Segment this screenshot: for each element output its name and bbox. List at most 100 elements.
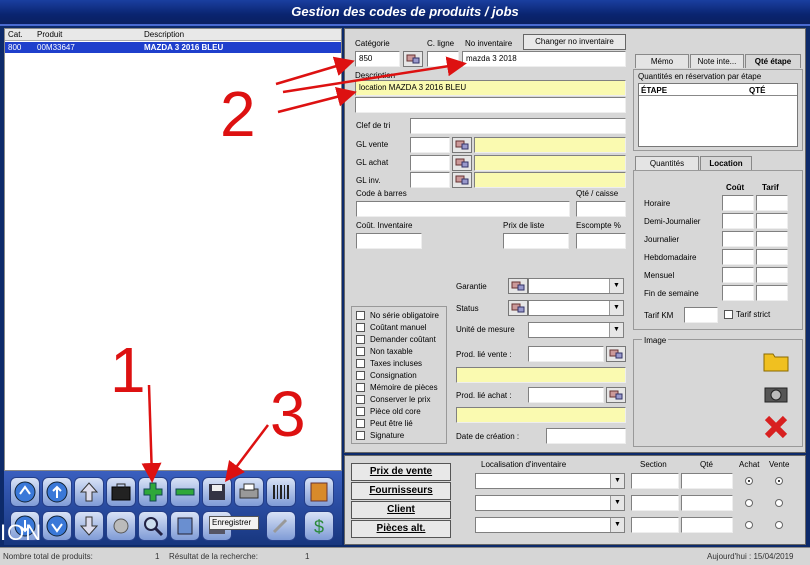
noinv-field[interactable]: mazda 3 2018	[462, 51, 626, 67]
camera-icon[interactable]	[762, 380, 790, 406]
checkbox-demander-coutant[interactable]	[356, 335, 365, 344]
pieces-alt-button[interactable]: Pièces alt.	[351, 520, 451, 538]
unite-select[interactable]: ▼	[528, 322, 624, 338]
reservation-table[interactable]: ÉTAPE QTÉ	[638, 83, 798, 147]
search-icon[interactable]	[138, 511, 168, 541]
glvente-field[interactable]	[410, 137, 450, 153]
localisation-select[interactable]: ▼	[475, 495, 625, 511]
achat-radio[interactable]	[745, 477, 753, 485]
arrow-down-icon[interactable]	[74, 511, 104, 541]
cout-hebdomadaire[interactable]	[722, 249, 754, 265]
status-select[interactable]: ▼	[528, 300, 624, 316]
glvente-picker[interactable]	[452, 137, 472, 153]
nav-prev-icon[interactable]	[42, 477, 72, 507]
client-button[interactable]: Client	[351, 501, 451, 519]
tab-location[interactable]: Location	[700, 156, 752, 170]
qte-field[interactable]	[681, 517, 733, 533]
cout-mensuel[interactable]	[722, 267, 754, 283]
cout-journalier[interactable]	[722, 231, 754, 247]
qtecaisse-field[interactable]	[576, 201, 626, 217]
tab-qte-etape[interactable]: Qté étape	[745, 54, 801, 68]
tarif-demi-journalier[interactable]	[756, 213, 788, 229]
col-header-cat[interactable]: Cat.	[8, 30, 23, 39]
briefcase-icon[interactable]	[106, 477, 136, 507]
changer-noinv-button[interactable]: Changer no inventaire	[523, 34, 626, 50]
checkbox-conserver-prix[interactable]	[356, 395, 365, 404]
book-icon[interactable]	[170, 511, 200, 541]
prodachat-picker[interactable]	[606, 387, 626, 403]
glinv-desc-field[interactable]	[474, 172, 626, 188]
achat-radio[interactable]	[745, 521, 753, 529]
tarif-mensuel[interactable]	[756, 267, 788, 283]
vente-radio[interactable]	[775, 521, 783, 529]
checkbox-taxes-incluses[interactable]	[356, 359, 365, 368]
vente-radio[interactable]	[775, 499, 783, 507]
tarif-hebdomadaire[interactable]	[756, 249, 788, 265]
tarif-horaire[interactable]	[756, 195, 788, 211]
cout-demi-journalier[interactable]	[722, 213, 754, 229]
add-icon[interactable]	[138, 477, 168, 507]
prixliste-field[interactable]	[503, 233, 569, 249]
checkbox-no-serie[interactable]	[356, 311, 365, 320]
categorie-field[interactable]: 850	[355, 51, 400, 67]
cout-horaire[interactable]	[722, 195, 754, 211]
folder-icon[interactable]	[762, 348, 790, 374]
cout-field[interactable]	[356, 233, 422, 249]
tools-icon[interactable]	[266, 511, 296, 541]
checkbox-peut-etre-lie[interactable]	[356, 419, 365, 428]
prodvente-desc-field[interactable]	[456, 367, 626, 383]
tarif-strict-checkbox[interactable]	[724, 310, 733, 319]
tab-note-interne[interactable]: Note inte...	[690, 54, 744, 68]
codebarres-field[interactable]	[356, 201, 570, 217]
clef-field[interactable]	[410, 118, 626, 134]
localisation-select[interactable]: ▼	[475, 517, 625, 533]
tarif-fin-semaine[interactable]	[756, 285, 788, 301]
glinv-field[interactable]	[410, 172, 450, 188]
categorie-picker[interactable]	[403, 51, 423, 67]
glinv-picker[interactable]	[452, 172, 472, 188]
prodvente-field[interactable]	[528, 346, 604, 362]
tab-memo[interactable]: Mémo	[635, 54, 689, 68]
checkbox-piece-old-core[interactable]	[356, 407, 365, 416]
cligne-field[interactable]	[427, 51, 459, 67]
barcode-icon[interactable]	[266, 477, 296, 507]
escompte-field[interactable]	[576, 233, 626, 249]
col-header-description[interactable]: Description	[144, 30, 184, 39]
arrow-up-icon[interactable]	[74, 477, 104, 507]
achat-radio[interactable]	[745, 499, 753, 507]
description-line2-field[interactable]	[355, 97, 626, 113]
glvente-desc-field[interactable]	[474, 137, 626, 153]
garantie-select[interactable]: ▼	[528, 278, 624, 294]
fournisseurs-button[interactable]: Fournisseurs	[351, 482, 451, 500]
garantie-picker[interactable]	[508, 278, 528, 294]
checkbox-coutant-manuel[interactable]	[356, 323, 365, 332]
glachat-field[interactable]	[410, 155, 450, 171]
glachat-picker[interactable]	[452, 155, 472, 171]
prodachat-desc-field[interactable]	[456, 407, 626, 423]
nav-last-icon[interactable]	[42, 511, 72, 541]
money-icon[interactable]: $	[304, 511, 334, 541]
section-field[interactable]	[631, 495, 679, 511]
status-picker[interactable]	[508, 300, 528, 316]
tarif-km-field[interactable]	[684, 307, 718, 323]
prodvente-picker[interactable]	[606, 346, 626, 362]
cout-fin-semaine[interactable]	[722, 285, 754, 301]
print-icon[interactable]	[234, 477, 264, 507]
vente-radio[interactable]	[775, 477, 783, 485]
checkbox-memoire-pieces[interactable]	[356, 383, 365, 392]
nav-first-icon[interactable]	[10, 477, 40, 507]
tarif-journalier[interactable]	[756, 231, 788, 247]
localisation-select[interactable]: ▼	[475, 473, 625, 489]
qte-field[interactable]	[681, 495, 733, 511]
glachat-desc-field[interactable]	[474, 155, 626, 171]
col-header-produit[interactable]: Produit	[37, 30, 62, 39]
section-field[interactable]	[631, 473, 679, 489]
delete-icon[interactable]	[762, 414, 790, 440]
remove-icon[interactable]	[170, 477, 200, 507]
prodachat-field[interactable]	[528, 387, 604, 403]
checkbox-non-taxable[interactable]	[356, 347, 365, 356]
checkbox-consignation[interactable]	[356, 371, 365, 380]
table-row[interactable]: 800 00M33647 MAZDA 3 2016 BLEU	[5, 42, 341, 53]
prix-vente-button[interactable]: Prix de vente	[351, 463, 451, 481]
save-icon[interactable]	[202, 477, 232, 507]
